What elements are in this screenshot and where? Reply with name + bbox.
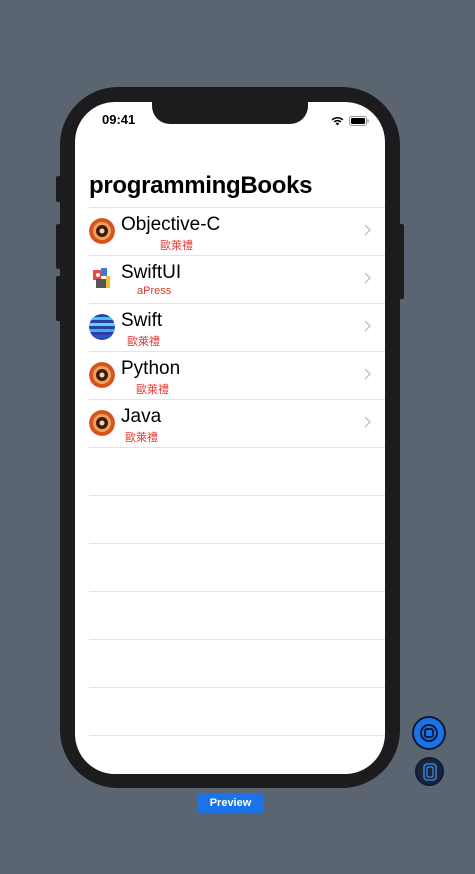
- chevron-right-icon: [364, 368, 371, 380]
- empty-row-separator: [89, 495, 385, 543]
- book-publisher: 歐萊禮: [160, 240, 193, 252]
- orange-gear-icon: [89, 362, 115, 388]
- status-time: 09:41: [102, 112, 136, 127]
- notch: [152, 102, 308, 124]
- orange-gear-icon: [89, 410, 115, 436]
- chevron-right-icon: [364, 272, 371, 284]
- list-item[interactable]: Python 歐萊禮: [89, 351, 385, 399]
- book-publisher: 歐萊禮: [136, 384, 169, 396]
- colorful-character-icon: [89, 266, 115, 292]
- orange-gear-icon: [89, 218, 115, 244]
- empty-row-separator: [89, 543, 385, 591]
- book-list: Objective-C 歐萊禮 SwiftUI aPress Swift 歐萊禮…: [89, 207, 385, 774]
- book-title: SwiftUI: [121, 262, 182, 283]
- book-publisher: 歐萊禮: [127, 336, 160, 348]
- chevron-right-icon: [364, 224, 371, 236]
- empty-row-separator: [89, 447, 385, 495]
- preview-button[interactable]: Preview: [198, 793, 263, 813]
- empty-row-separator: [89, 735, 385, 774]
- device-settings-button[interactable]: [415, 757, 444, 786]
- page-title: programmingBooks: [89, 172, 313, 199]
- status-indicators: [331, 113, 369, 131]
- device-icon: [422, 762, 437, 781]
- empty-row-separator: [89, 639, 385, 687]
- book-publisher: aPress: [137, 285, 172, 297]
- book-title: Objective-C: [121, 214, 221, 235]
- book-publisher: 歐萊禮: [125, 432, 158, 444]
- list-item[interactable]: SwiftUI aPress: [89, 255, 385, 303]
- list-item[interactable]: Swift 歐萊禮: [89, 303, 385, 351]
- device-screen: 09:41 programmingBooks Objective-C 歐萊禮 S…: [75, 102, 385, 774]
- book-title: Java: [121, 406, 162, 427]
- wifi-icon: [331, 113, 344, 131]
- empty-row-separator: [89, 591, 385, 639]
- live-preview-button[interactable]: [412, 716, 446, 750]
- live-preview-icon: [420, 724, 438, 742]
- chevron-right-icon: [364, 416, 371, 428]
- list-item[interactable]: Objective-C 歐萊禮: [89, 207, 385, 255]
- list-item[interactable]: Java 歐萊禮: [89, 399, 385, 447]
- book-title: Python: [121, 358, 181, 379]
- empty-row-separator: [89, 687, 385, 735]
- battery-icon: [349, 113, 369, 131]
- chevron-right-icon: [364, 320, 371, 332]
- blue-globe-icon: [89, 314, 115, 340]
- book-title: Swift: [121, 310, 163, 331]
